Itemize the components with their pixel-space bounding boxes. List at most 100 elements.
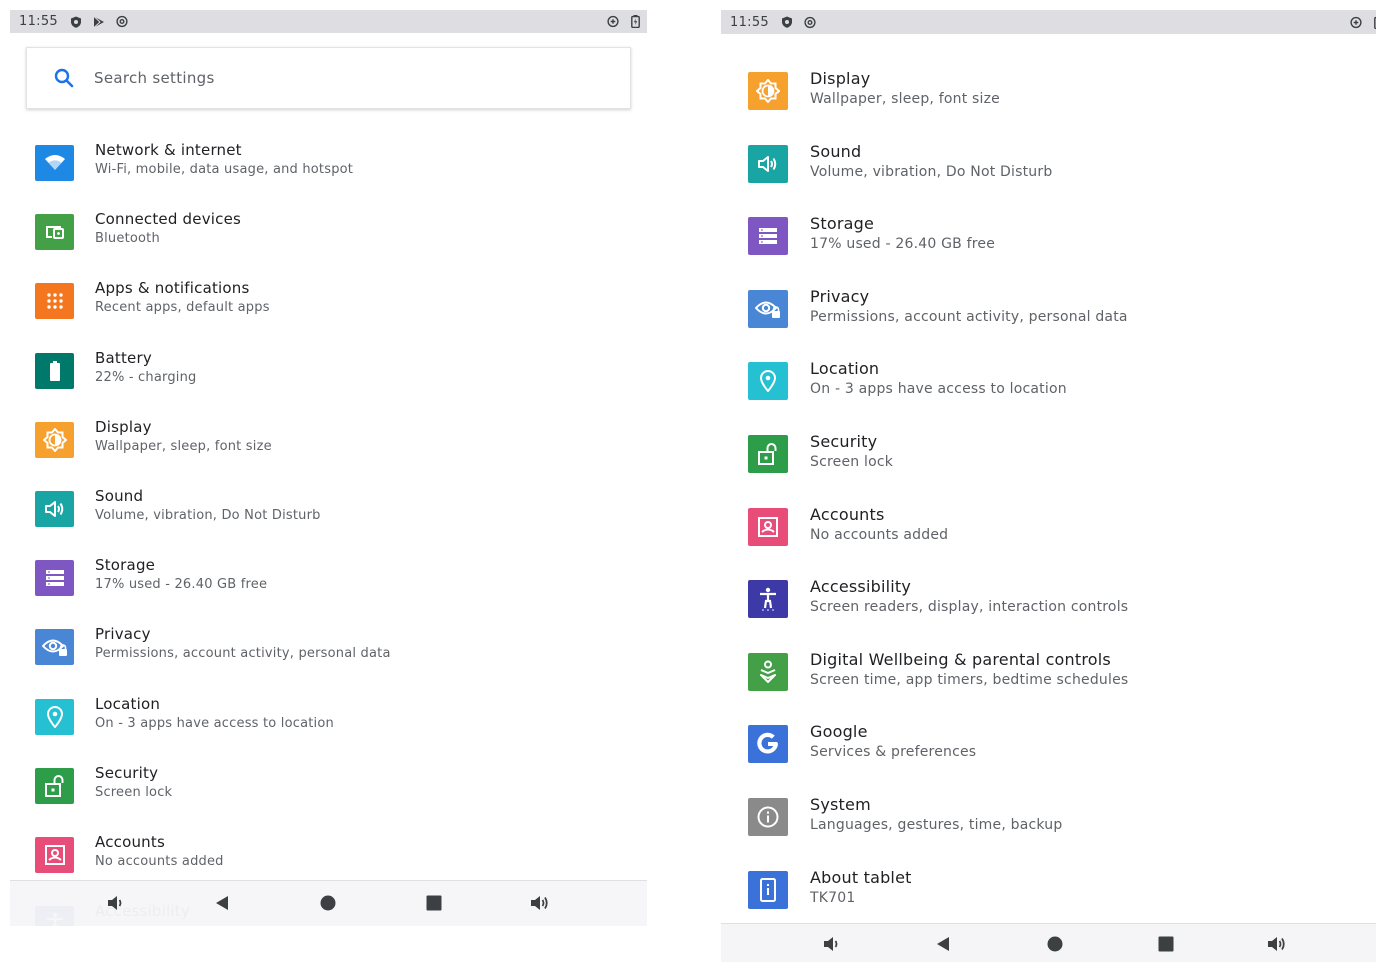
settings-item-about[interactable]: About tablet TK701 bbox=[721, 868, 1376, 928]
settings-item-title: Security bbox=[810, 432, 878, 451]
settings-item-title: Apps & notifications bbox=[95, 279, 250, 298]
settings-item-subtitle: On - 3 apps have access to location bbox=[95, 715, 334, 731]
settings-item-title: Connected devices bbox=[95, 210, 242, 229]
settings-item-subtitle: Recent apps, default apps bbox=[95, 300, 270, 316]
settings-item-subtitle: Screen time, app timers, bedtime schedul… bbox=[810, 671, 1129, 688]
volume-up-icon[interactable] bbox=[525, 888, 555, 918]
settings-item-title: Network & internet bbox=[95, 141, 242, 159]
storage-icon bbox=[35, 560, 74, 597]
wifi-icon bbox=[35, 145, 74, 181]
settings-item-title: Privacy bbox=[95, 625, 151, 644]
tablet-info-icon bbox=[748, 870, 788, 909]
settings-screen-left: 11:55 Search settings Network & internet… bbox=[10, 10, 647, 926]
settings-item-title: Accounts bbox=[810, 504, 885, 524]
settings-screen-right: 11:55 Display Wallpaper, sleep, font size… bbox=[721, 10, 1376, 962]
status-time: 11:55 bbox=[19, 14, 58, 29]
volume-icon bbox=[35, 491, 74, 527]
settings-item-security[interactable]: Security Screen lock bbox=[721, 432, 1376, 492]
play-store-icon bbox=[93, 15, 105, 28]
accessibility-icon bbox=[748, 580, 788, 619]
settings-item-subtitle: TK701 bbox=[810, 889, 856, 906]
settings-item-subtitle: No accounts added bbox=[95, 854, 224, 869]
status-bar: 11:55 bbox=[10, 10, 647, 33]
settings-item-security[interactable]: Security Screen lock bbox=[10, 764, 647, 824]
battery-icon bbox=[35, 352, 74, 389]
settings-item-title: Google bbox=[810, 722, 868, 742]
settings-item-subtitle: No accounts added bbox=[810, 526, 949, 543]
data-saver-icon bbox=[607, 15, 619, 28]
settings-item-title: Sound bbox=[95, 487, 144, 505]
back-icon[interactable] bbox=[207, 888, 237, 918]
settings-item-display[interactable]: Display Wallpaper, sleep, font size bbox=[721, 69, 1376, 129]
settings-item-network[interactable]: Network & internet Wi-Fi, mobile, data us… bbox=[10, 141, 647, 201]
settings-item-apps[interactable]: Apps & notifications Recent apps, default… bbox=[10, 279, 647, 339]
wellbeing-icon bbox=[748, 652, 788, 691]
recents-icon[interactable] bbox=[1151, 929, 1181, 959]
settings-item-sound[interactable]: Sound Volume, vibration, Do Not Disturb bbox=[721, 142, 1376, 202]
location-pin-icon bbox=[35, 698, 74, 735]
back-icon[interactable] bbox=[928, 929, 958, 959]
settings-item-accounts[interactable]: Accounts No accounts added bbox=[721, 505, 1376, 565]
at-sign-icon bbox=[116, 15, 128, 28]
settings-item-title: Display bbox=[810, 69, 871, 88]
settings-item-system[interactable]: System Languages, gestures, time, backup bbox=[721, 795, 1376, 855]
settings-item-privacy[interactable]: Privacy Permissions, account activity, pe… bbox=[721, 287, 1376, 347]
settings-item-storage[interactable]: Storage 17% used - 26.40 GB free bbox=[10, 556, 647, 616]
settings-item-title: Storage bbox=[95, 556, 156, 575]
settings-item-subtitle: Languages, gestures, time, backup bbox=[810, 817, 1063, 833]
settings-item-title: Storage bbox=[810, 214, 875, 234]
connected-devices-icon bbox=[35, 214, 74, 251]
unlock-icon bbox=[748, 435, 788, 473]
settings-item-subtitle: 22% - charging bbox=[95, 369, 197, 385]
volume-down-icon[interactable] bbox=[817, 929, 847, 959]
settings-item-title: Battery bbox=[95, 348, 152, 367]
battery-charging-icon bbox=[1372, 16, 1376, 29]
status-time: 11:55 bbox=[730, 14, 769, 30]
data-saver-icon bbox=[1350, 16, 1362, 28]
settings-item-subtitle: Services & preferences bbox=[810, 744, 977, 761]
settings-item-privacy[interactable]: Privacy Permissions, account activity, pe… bbox=[10, 625, 647, 685]
volume-up-icon[interactable] bbox=[1262, 929, 1292, 959]
settings-item-title: Privacy bbox=[810, 286, 870, 306]
settings-item-location[interactable]: Location On - 3 apps have access to locat… bbox=[721, 359, 1376, 419]
settings-item-subtitle: On - 3 apps have access to location bbox=[810, 381, 1067, 398]
settings-item-subtitle: Wi-Fi, mobile, data usage, and hotspot bbox=[95, 162, 354, 177]
shield-icon bbox=[70, 16, 82, 28]
settings-item-battery[interactable]: Battery 22% - charging bbox=[10, 349, 647, 409]
settings-item-subtitle: 17% used - 26.40 GB free bbox=[810, 236, 996, 253]
location-pin-icon bbox=[748, 362, 788, 401]
settings-item-title: Accessibility bbox=[810, 577, 912, 597]
settings-item-subtitle: Wallpaper, sleep, font size bbox=[95, 438, 272, 454]
search-bar[interactable]: Search settings bbox=[26, 47, 631, 109]
brightness-icon bbox=[35, 421, 74, 458]
settings-item-subtitle: Permissions, account activity, personal … bbox=[95, 646, 391, 662]
settings-item-location[interactable]: Location On - 3 apps have access to locat… bbox=[10, 695, 647, 755]
settings-item-subtitle: Screen readers, display, interaction con… bbox=[810, 599, 1129, 616]
unlock-icon bbox=[35, 767, 74, 804]
settings-item-title: System bbox=[810, 795, 871, 814]
recents-icon[interactable] bbox=[419, 888, 449, 918]
settings-item-subtitle: Permissions, account activity, personal … bbox=[810, 308, 1128, 325]
brightness-icon bbox=[748, 72, 788, 110]
settings-item-subtitle: Volume, vibration, Do Not Disturb bbox=[95, 508, 321, 523]
account-box-icon bbox=[748, 507, 788, 546]
settings-item-subtitle: Screen lock bbox=[810, 454, 894, 470]
navigation-bar bbox=[721, 923, 1376, 962]
account-box-icon bbox=[35, 837, 74, 873]
settings-item-connected[interactable]: Connected devices Bluetooth bbox=[10, 210, 647, 270]
settings-item-accessibility[interactable]: Accessibility Screen readers, display, in… bbox=[721, 577, 1376, 637]
settings-item-title: About tablet bbox=[810, 867, 912, 887]
home-icon[interactable] bbox=[313, 888, 343, 918]
settings-item-sound[interactable]: Sound Volume, vibration, Do Not Disturb bbox=[10, 487, 647, 547]
settings-item-google[interactable]: Google Services & preferences bbox=[721, 722, 1376, 782]
google-g-icon bbox=[748, 725, 788, 764]
status-bar: 11:55 bbox=[721, 10, 1376, 34]
settings-item-storage[interactable]: Storage 17% used - 26.40 GB free bbox=[721, 214, 1376, 274]
settings-item-wellbeing[interactable]: Digital Wellbeing & parental controls Scr… bbox=[721, 650, 1376, 710]
settings-item-display[interactable]: Display Wallpaper, sleep, font size bbox=[10, 418, 647, 478]
volume-down-icon[interactable] bbox=[101, 888, 131, 918]
apps-grid-icon bbox=[35, 283, 74, 320]
home-icon[interactable] bbox=[1040, 929, 1070, 959]
settings-item-subtitle: Bluetooth bbox=[95, 231, 160, 247]
search-icon bbox=[53, 67, 75, 89]
